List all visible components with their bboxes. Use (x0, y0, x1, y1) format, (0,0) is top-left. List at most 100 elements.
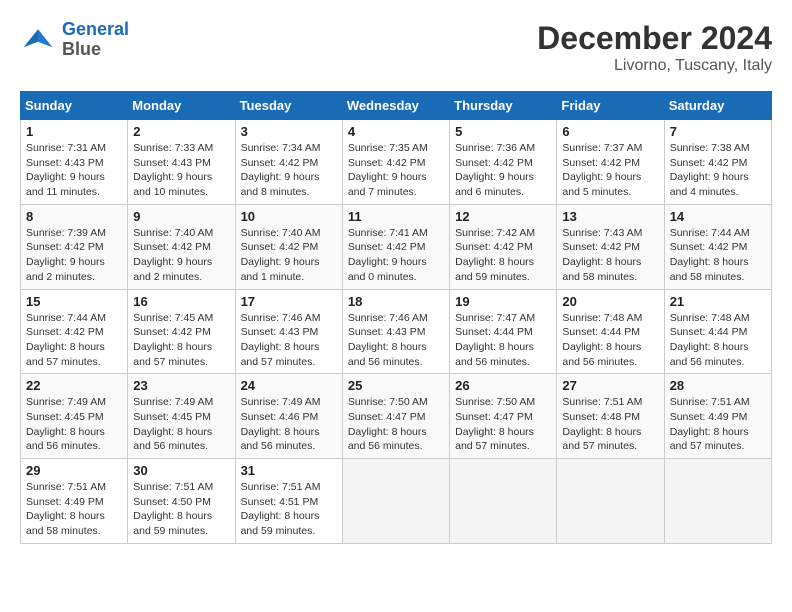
table-row: 1 Sunrise: 7:31 AM Sunset: 4:43 PM Dayli… (21, 120, 128, 205)
day-number: 15 (26, 294, 122, 309)
calendar-row: 15 Sunrise: 7:44 AM Sunset: 4:42 PM Dayl… (21, 289, 772, 374)
table-row: 30 Sunrise: 7:51 AM Sunset: 4:50 PM Dayl… (128, 459, 235, 544)
day-info: Sunrise: 7:48 AM Sunset: 4:44 PM Dayligh… (670, 311, 766, 370)
day-info: Sunrise: 7:31 AM Sunset: 4:43 PM Dayligh… (26, 141, 122, 200)
day-info: Sunrise: 7:34 AM Sunset: 4:42 PM Dayligh… (241, 141, 337, 200)
header-tuesday: Tuesday (235, 92, 342, 120)
table-row: 14 Sunrise: 7:44 AM Sunset: 4:42 PM Dayl… (664, 204, 771, 289)
day-info: Sunrise: 7:33 AM Sunset: 4:43 PM Dayligh… (133, 141, 229, 200)
header-friday: Friday (557, 92, 664, 120)
day-number: 19 (455, 294, 551, 309)
day-info: Sunrise: 7:49 AM Sunset: 4:45 PM Dayligh… (133, 395, 229, 454)
table-row: 3 Sunrise: 7:34 AM Sunset: 4:42 PM Dayli… (235, 120, 342, 205)
day-number: 3 (241, 124, 337, 139)
day-info: Sunrise: 7:40 AM Sunset: 4:42 PM Dayligh… (241, 226, 337, 285)
day-info: Sunrise: 7:44 AM Sunset: 4:42 PM Dayligh… (26, 311, 122, 370)
table-row: 4 Sunrise: 7:35 AM Sunset: 4:42 PM Dayli… (342, 120, 449, 205)
table-row: 9 Sunrise: 7:40 AM Sunset: 4:42 PM Dayli… (128, 204, 235, 289)
day-info: Sunrise: 7:38 AM Sunset: 4:42 PM Dayligh… (670, 141, 766, 200)
day-info: Sunrise: 7:37 AM Sunset: 4:42 PM Dayligh… (562, 141, 658, 200)
day-number: 16 (133, 294, 229, 309)
table-row: 17 Sunrise: 7:46 AM Sunset: 4:43 PM Dayl… (235, 289, 342, 374)
day-number: 17 (241, 294, 337, 309)
day-number: 9 (133, 209, 229, 224)
header-monday: Monday (128, 92, 235, 120)
day-info: Sunrise: 7:50 AM Sunset: 4:47 PM Dayligh… (348, 395, 444, 454)
table-row: 7 Sunrise: 7:38 AM Sunset: 4:42 PM Dayli… (664, 120, 771, 205)
table-row: 23 Sunrise: 7:49 AM Sunset: 4:45 PM Dayl… (128, 374, 235, 459)
day-number: 6 (562, 124, 658, 139)
calendar-header-row: Sunday Monday Tuesday Wednesday Thursday… (21, 92, 772, 120)
table-row: 24 Sunrise: 7:49 AM Sunset: 4:46 PM Dayl… (235, 374, 342, 459)
day-info: Sunrise: 7:40 AM Sunset: 4:42 PM Dayligh… (133, 226, 229, 285)
table-row: 18 Sunrise: 7:46 AM Sunset: 4:43 PM Dayl… (342, 289, 449, 374)
table-row: 5 Sunrise: 7:36 AM Sunset: 4:42 PM Dayli… (450, 120, 557, 205)
header-sunday: Sunday (21, 92, 128, 120)
header-thursday: Thursday (450, 92, 557, 120)
table-row (342, 459, 449, 544)
day-number: 14 (670, 209, 766, 224)
day-info: Sunrise: 7:51 AM Sunset: 4:49 PM Dayligh… (26, 480, 122, 539)
table-row: 22 Sunrise: 7:49 AM Sunset: 4:45 PM Dayl… (21, 374, 128, 459)
day-info: Sunrise: 7:51 AM Sunset: 4:48 PM Dayligh… (562, 395, 658, 454)
day-info: Sunrise: 7:51 AM Sunset: 4:50 PM Dayligh… (133, 480, 229, 539)
day-info: Sunrise: 7:46 AM Sunset: 4:43 PM Dayligh… (241, 311, 337, 370)
table-row: 15 Sunrise: 7:44 AM Sunset: 4:42 PM Dayl… (21, 289, 128, 374)
logo-text: GeneralBlue (62, 20, 129, 60)
day-number: 25 (348, 378, 444, 393)
day-info: Sunrise: 7:51 AM Sunset: 4:49 PM Dayligh… (670, 395, 766, 454)
day-info: Sunrise: 7:46 AM Sunset: 4:43 PM Dayligh… (348, 311, 444, 370)
table-row (557, 459, 664, 544)
day-number: 2 (133, 124, 229, 139)
day-info: Sunrise: 7:35 AM Sunset: 4:42 PM Dayligh… (348, 141, 444, 200)
page-title: December 2024 (537, 20, 772, 57)
calendar-table: Sunday Monday Tuesday Wednesday Thursday… (20, 91, 772, 544)
day-info: Sunrise: 7:49 AM Sunset: 4:45 PM Dayligh… (26, 395, 122, 454)
table-row: 20 Sunrise: 7:48 AM Sunset: 4:44 PM Dayl… (557, 289, 664, 374)
day-number: 1 (26, 124, 122, 139)
table-row: 13 Sunrise: 7:43 AM Sunset: 4:42 PM Dayl… (557, 204, 664, 289)
table-row: 6 Sunrise: 7:37 AM Sunset: 4:42 PM Dayli… (557, 120, 664, 205)
logo: GeneralBlue (20, 20, 129, 60)
table-row: 28 Sunrise: 7:51 AM Sunset: 4:49 PM Dayl… (664, 374, 771, 459)
day-info: Sunrise: 7:48 AM Sunset: 4:44 PM Dayligh… (562, 311, 658, 370)
day-number: 13 (562, 209, 658, 224)
table-row: 25 Sunrise: 7:50 AM Sunset: 4:47 PM Dayl… (342, 374, 449, 459)
calendar-row: 8 Sunrise: 7:39 AM Sunset: 4:42 PM Dayli… (21, 204, 772, 289)
day-number: 8 (26, 209, 122, 224)
day-info: Sunrise: 7:51 AM Sunset: 4:51 PM Dayligh… (241, 480, 337, 539)
table-row: 27 Sunrise: 7:51 AM Sunset: 4:48 PM Dayl… (557, 374, 664, 459)
day-number: 10 (241, 209, 337, 224)
day-number: 21 (670, 294, 766, 309)
day-number: 22 (26, 378, 122, 393)
page-header: GeneralBlue December 2024 Livorno, Tusca… (20, 20, 772, 75)
day-info: Sunrise: 7:43 AM Sunset: 4:42 PM Dayligh… (562, 226, 658, 285)
table-row: 11 Sunrise: 7:41 AM Sunset: 4:42 PM Dayl… (342, 204, 449, 289)
day-number: 5 (455, 124, 551, 139)
day-number: 7 (670, 124, 766, 139)
table-row: 21 Sunrise: 7:48 AM Sunset: 4:44 PM Dayl… (664, 289, 771, 374)
title-block: December 2024 Livorno, Tuscany, Italy (537, 20, 772, 75)
day-info: Sunrise: 7:49 AM Sunset: 4:46 PM Dayligh… (241, 395, 337, 454)
day-number: 23 (133, 378, 229, 393)
table-row: 26 Sunrise: 7:50 AM Sunset: 4:47 PM Dayl… (450, 374, 557, 459)
table-row: 16 Sunrise: 7:45 AM Sunset: 4:42 PM Dayl… (128, 289, 235, 374)
logo-icon (20, 22, 56, 58)
day-number: 31 (241, 463, 337, 478)
table-row: 29 Sunrise: 7:51 AM Sunset: 4:49 PM Dayl… (21, 459, 128, 544)
table-row: 31 Sunrise: 7:51 AM Sunset: 4:51 PM Dayl… (235, 459, 342, 544)
day-number: 11 (348, 209, 444, 224)
table-row (450, 459, 557, 544)
header-saturday: Saturday (664, 92, 771, 120)
table-row: 12 Sunrise: 7:42 AM Sunset: 4:42 PM Dayl… (450, 204, 557, 289)
table-row: 10 Sunrise: 7:40 AM Sunset: 4:42 PM Dayl… (235, 204, 342, 289)
day-number: 29 (26, 463, 122, 478)
table-row (664, 459, 771, 544)
table-row: 19 Sunrise: 7:47 AM Sunset: 4:44 PM Dayl… (450, 289, 557, 374)
day-info: Sunrise: 7:42 AM Sunset: 4:42 PM Dayligh… (455, 226, 551, 285)
calendar-row: 22 Sunrise: 7:49 AM Sunset: 4:45 PM Dayl… (21, 374, 772, 459)
header-wednesday: Wednesday (342, 92, 449, 120)
day-number: 30 (133, 463, 229, 478)
page-subtitle: Livorno, Tuscany, Italy (537, 57, 772, 75)
day-number: 18 (348, 294, 444, 309)
